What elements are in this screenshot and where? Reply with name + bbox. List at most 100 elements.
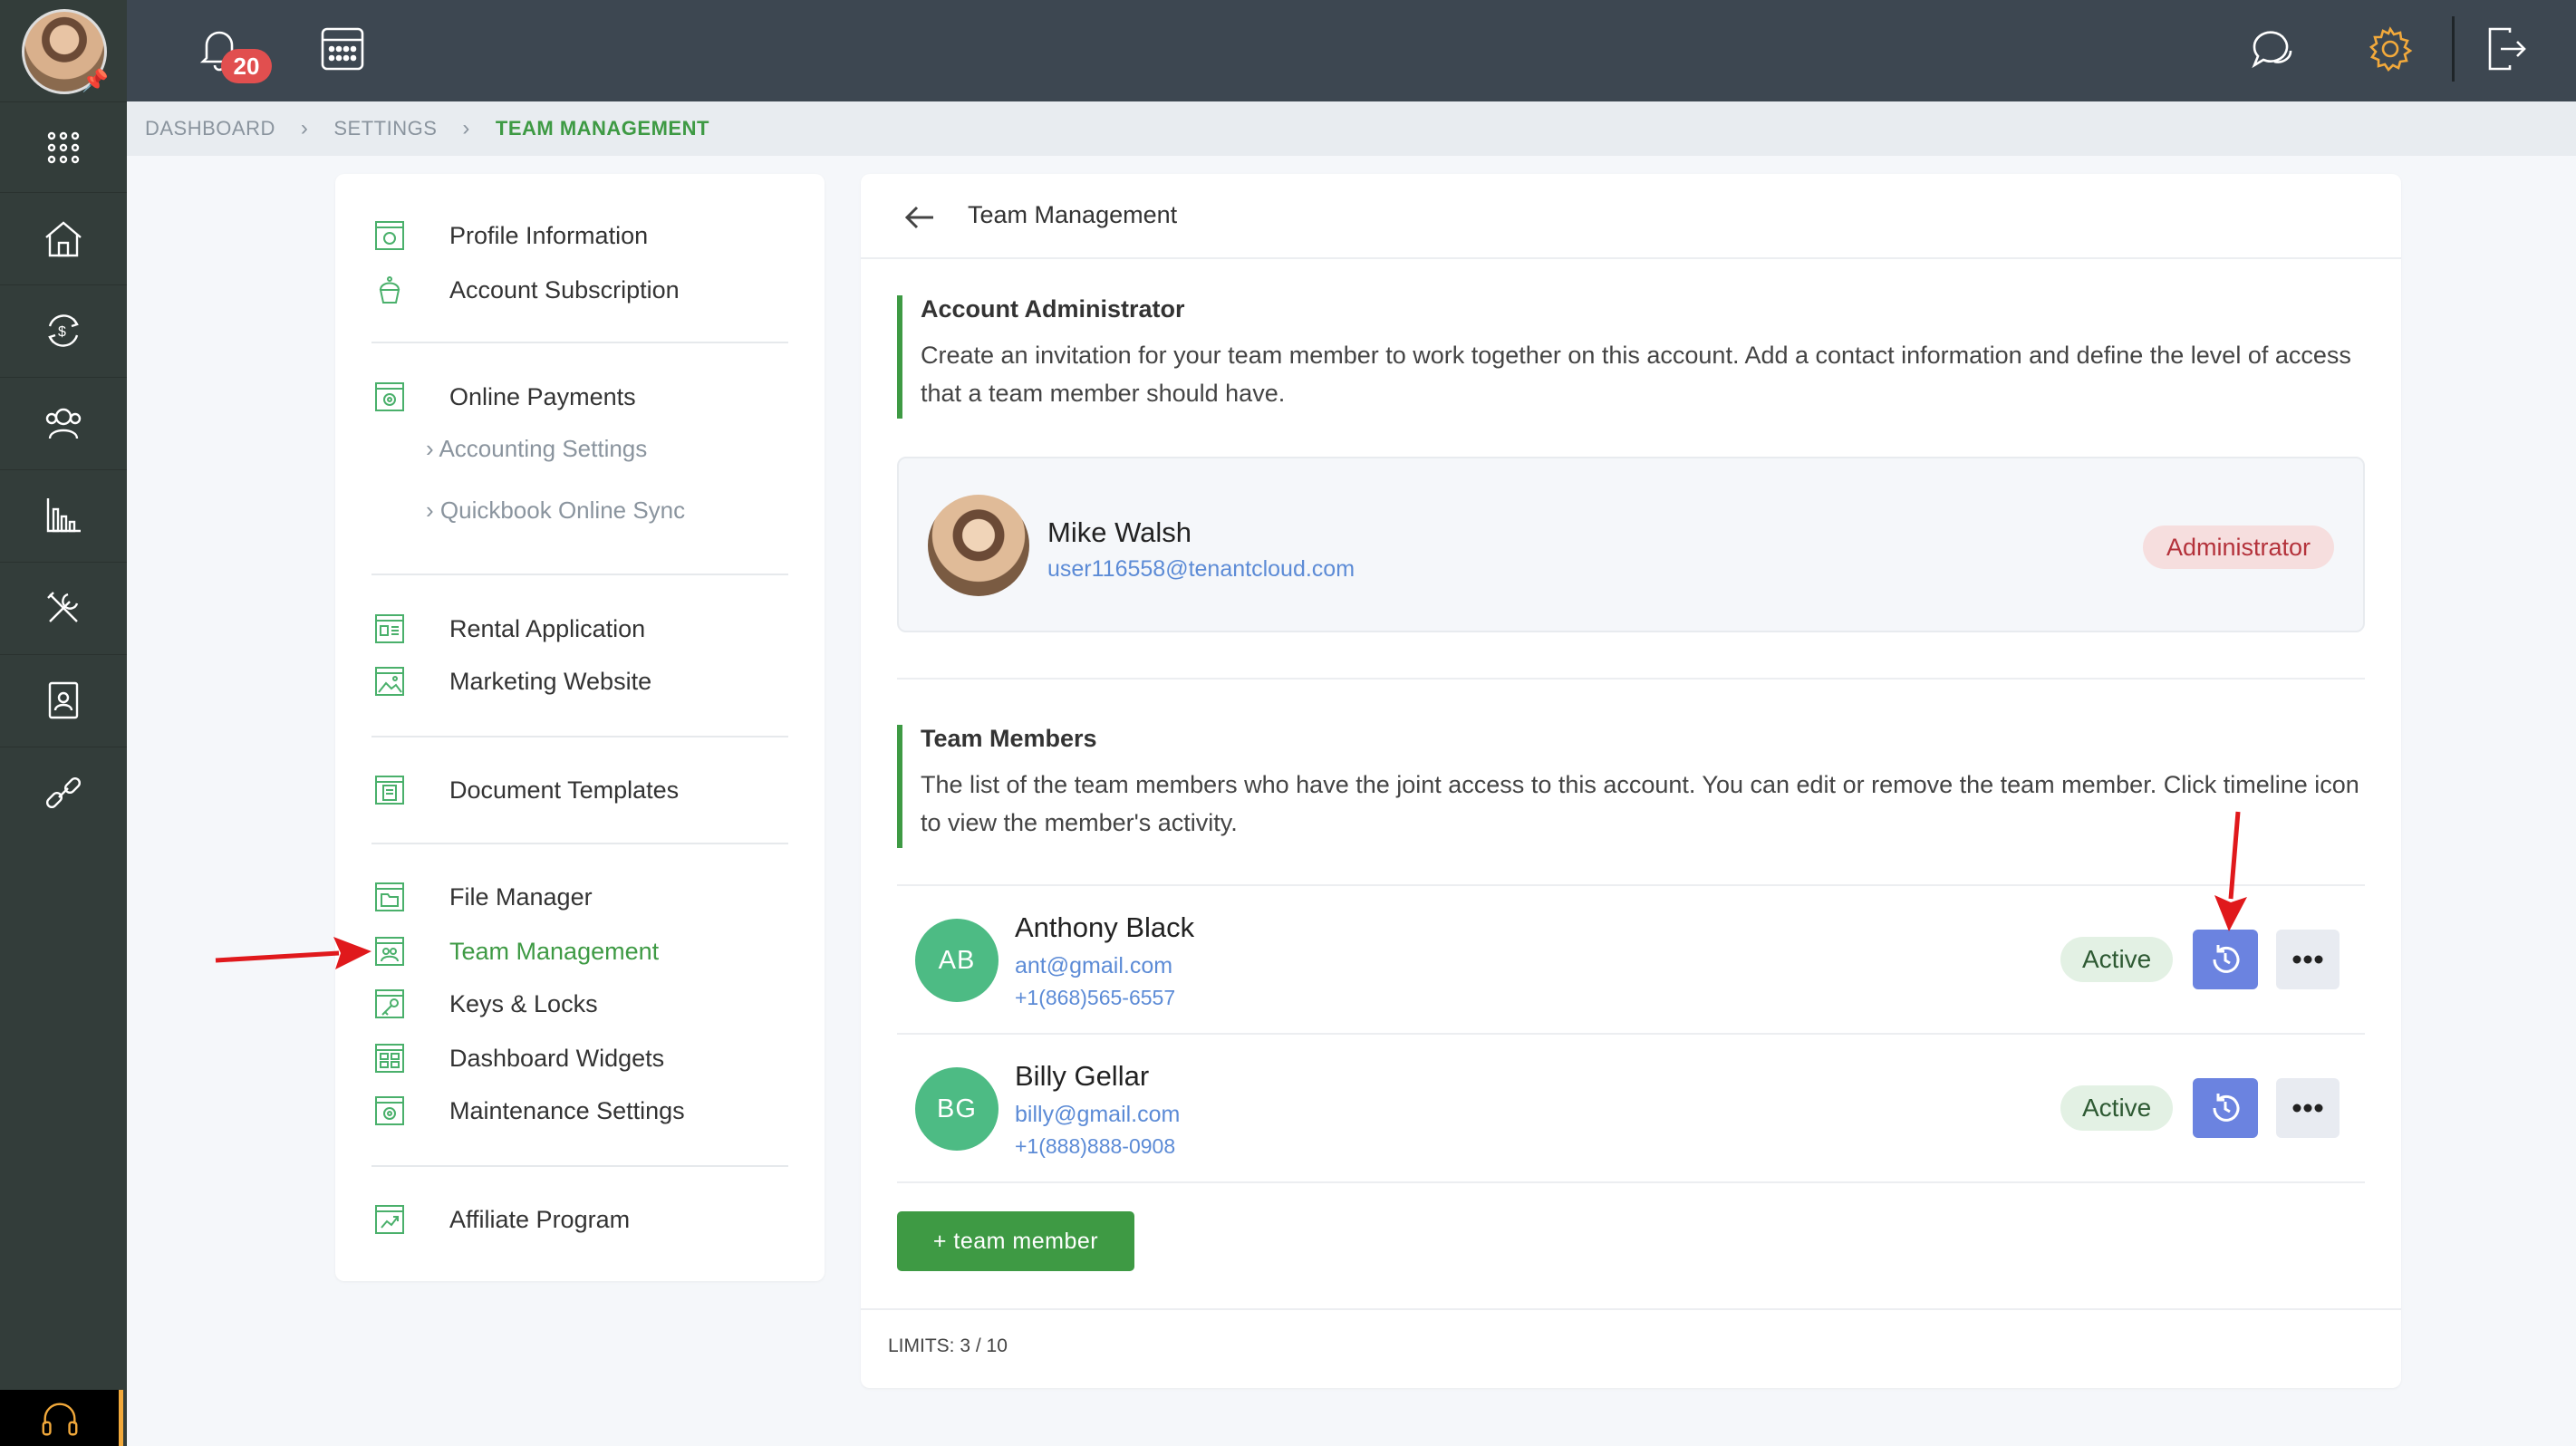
more-options-button[interactable]: [2276, 930, 2340, 989]
chevron-right-icon: ›: [300, 116, 309, 140]
breadcrumb-settings[interactable]: SETTINGS: [333, 117, 437, 140]
headset-icon: [42, 1403, 77, 1436]
team-member-row: BG Billy Gellar billy@gmail.com +1(888)8…: [897, 1035, 2365, 1181]
submenu-quickbook-online-sync[interactable]: › Quickbook Online Sync: [426, 496, 685, 525]
section-description: Create an invitation for your team membe…: [921, 342, 2351, 407]
menu-item-affiliate-program[interactable]: Affiliate Program: [371, 1200, 630, 1239]
payments-icon: [371, 379, 408, 415]
support-button[interactable]: [0, 1390, 123, 1446]
ellipsis-icon: [2292, 1104, 2323, 1113]
menu-divider: [371, 342, 788, 343]
documents-icon[interactable]: [0, 654, 127, 745]
profile-icon: [371, 217, 408, 254]
folder-icon: [371, 879, 408, 915]
key-icon: [371, 986, 408, 1022]
member-email[interactable]: ant@gmail.com: [1015, 953, 1172, 979]
section-title: Team Members: [921, 725, 1097, 752]
timeline-icon: [2213, 1094, 2240, 1122]
menu-divider: [371, 1165, 788, 1167]
admin-section: Account Administrator Create an invitati…: [897, 295, 2365, 419]
menu-label: Rental Application: [449, 614, 646, 642]
pin-icon[interactable]: 📌: [82, 68, 109, 94]
menu-divider: [371, 574, 788, 575]
section-description: The list of the team members who have th…: [921, 771, 2359, 836]
status-badge: Active: [2060, 1085, 2174, 1131]
chevron-right-icon: ›: [462, 116, 470, 140]
user-avatar[interactable]: 📌: [22, 9, 109, 94]
maintenance-icon[interactable]: [0, 562, 127, 652]
avatar: [928, 495, 1029, 596]
more-options-button[interactable]: [2276, 1078, 2340, 1138]
topbar-divider: [2452, 16, 2455, 82]
timeline-icon: [2213, 945, 2240, 973]
admin-name: Mike Walsh: [1047, 516, 1192, 548]
apps-grid-icon[interactable]: [0, 101, 127, 192]
divider: [861, 1308, 2401, 1310]
menu-label: Profile Information: [449, 221, 649, 249]
payments-icon[interactable]: $: [0, 284, 127, 375]
submenu-accounting-settings[interactable]: › Accounting Settings: [426, 435, 647, 463]
reports-icon[interactable]: [0, 469, 127, 560]
breadcrumb-dashboard[interactable]: DASHBOARD: [145, 117, 275, 140]
add-team-member-button[interactable]: + team member: [897, 1211, 1134, 1271]
menu-item-keys-locks[interactable]: Keys & Locks: [371, 984, 598, 1024]
menu-item-team-management[interactable]: Team Management: [371, 931, 659, 971]
menu-item-maintenance-settings[interactable]: Maintenance Settings: [371, 1091, 685, 1131]
chat-icon[interactable]: [2243, 20, 2301, 78]
menu-label: Dashboard Widgets: [449, 1044, 665, 1072]
settings-menu: Profile Information Account Subscription…: [335, 174, 825, 1281]
image-icon: [371, 663, 408, 699]
menu-label: File Manager: [449, 882, 593, 911]
team-member-row: AB Anthony Black ant@gmail.com +1(868)56…: [897, 886, 2365, 1033]
menu-item-marketing-website[interactable]: Marketing Website: [371, 661, 651, 701]
calendar-icon[interactable]: [314, 20, 371, 78]
divider: [897, 678, 2365, 680]
member-phone[interactable]: +1(888)888-0908: [1015, 1134, 1175, 1159]
member-name: Billy Gellar: [1015, 1060, 1150, 1092]
gear-icon[interactable]: [2361, 20, 2419, 78]
menu-item-document-templates[interactable]: Document Templates: [371, 770, 679, 810]
limits-text: LIMITS: 3 / 10: [888, 1335, 1008, 1356]
affiliate-icon: [371, 1201, 408, 1238]
menu-divider: [371, 843, 788, 844]
menu-item-profile-information[interactable]: Profile Information: [371, 216, 648, 255]
menu-label: Account Subscription: [449, 275, 680, 304]
team-icon: [371, 933, 408, 969]
maintenance-icon: [371, 1093, 408, 1129]
menu-item-account-subscription[interactable]: Account Subscription: [371, 270, 680, 310]
properties-icon[interactable]: [0, 192, 127, 283]
integrations-icon[interactable]: [0, 747, 127, 837]
menu-label: Affiliate Program: [449, 1205, 631, 1233]
arrow-left-icon[interactable]: [902, 199, 939, 236]
document-icon: [371, 772, 408, 808]
red-arrow-annotation: [215, 937, 371, 969]
left-navigation: 📌 $: [0, 0, 127, 1446]
notification-badge: 20: [221, 49, 272, 83]
menu-divider: [371, 736, 788, 737]
submenu-label: Accounting Settings: [439, 435, 648, 462]
section-title: Account Administrator: [921, 295, 1185, 323]
menu-item-online-payments[interactable]: Online Payments: [371, 377, 636, 417]
logout-icon[interactable]: [2477, 20, 2535, 78]
admin-card: Mike Walsh user116558@tenantcloud.com Ad…: [897, 457, 2365, 632]
member-email[interactable]: billy@gmail.com: [1015, 1102, 1180, 1128]
avatar: AB: [915, 919, 999, 1002]
menu-item-dashboard-widgets[interactable]: Dashboard Widgets: [371, 1038, 664, 1078]
admin-email[interactable]: user116558@tenantcloud.com: [1047, 556, 1355, 583]
timeline-button[interactable]: [2193, 1078, 2258, 1138]
avatar: BG: [915, 1067, 999, 1151]
menu-item-file-manager[interactable]: File Manager: [371, 877, 593, 917]
card-header: Team Management: [861, 174, 2401, 259]
role-badge: Administrator: [2142, 525, 2334, 569]
top-bar: 20: [127, 0, 2576, 101]
page-title: Team Management: [968, 201, 1178, 228]
menu-label: Document Templates: [449, 776, 680, 804]
cupcake-icon: [371, 272, 408, 308]
timeline-button[interactable]: [2193, 930, 2258, 989]
contacts-icon[interactable]: [0, 377, 127, 468]
menu-label: Keys & Locks: [449, 989, 598, 1017]
member-phone[interactable]: +1(868)565-6557: [1015, 986, 1175, 1010]
member-name: Anthony Black: [1015, 911, 1195, 943]
widgets-icon: [371, 1040, 408, 1076]
menu-item-rental-application[interactable]: Rental Application: [371, 609, 645, 649]
